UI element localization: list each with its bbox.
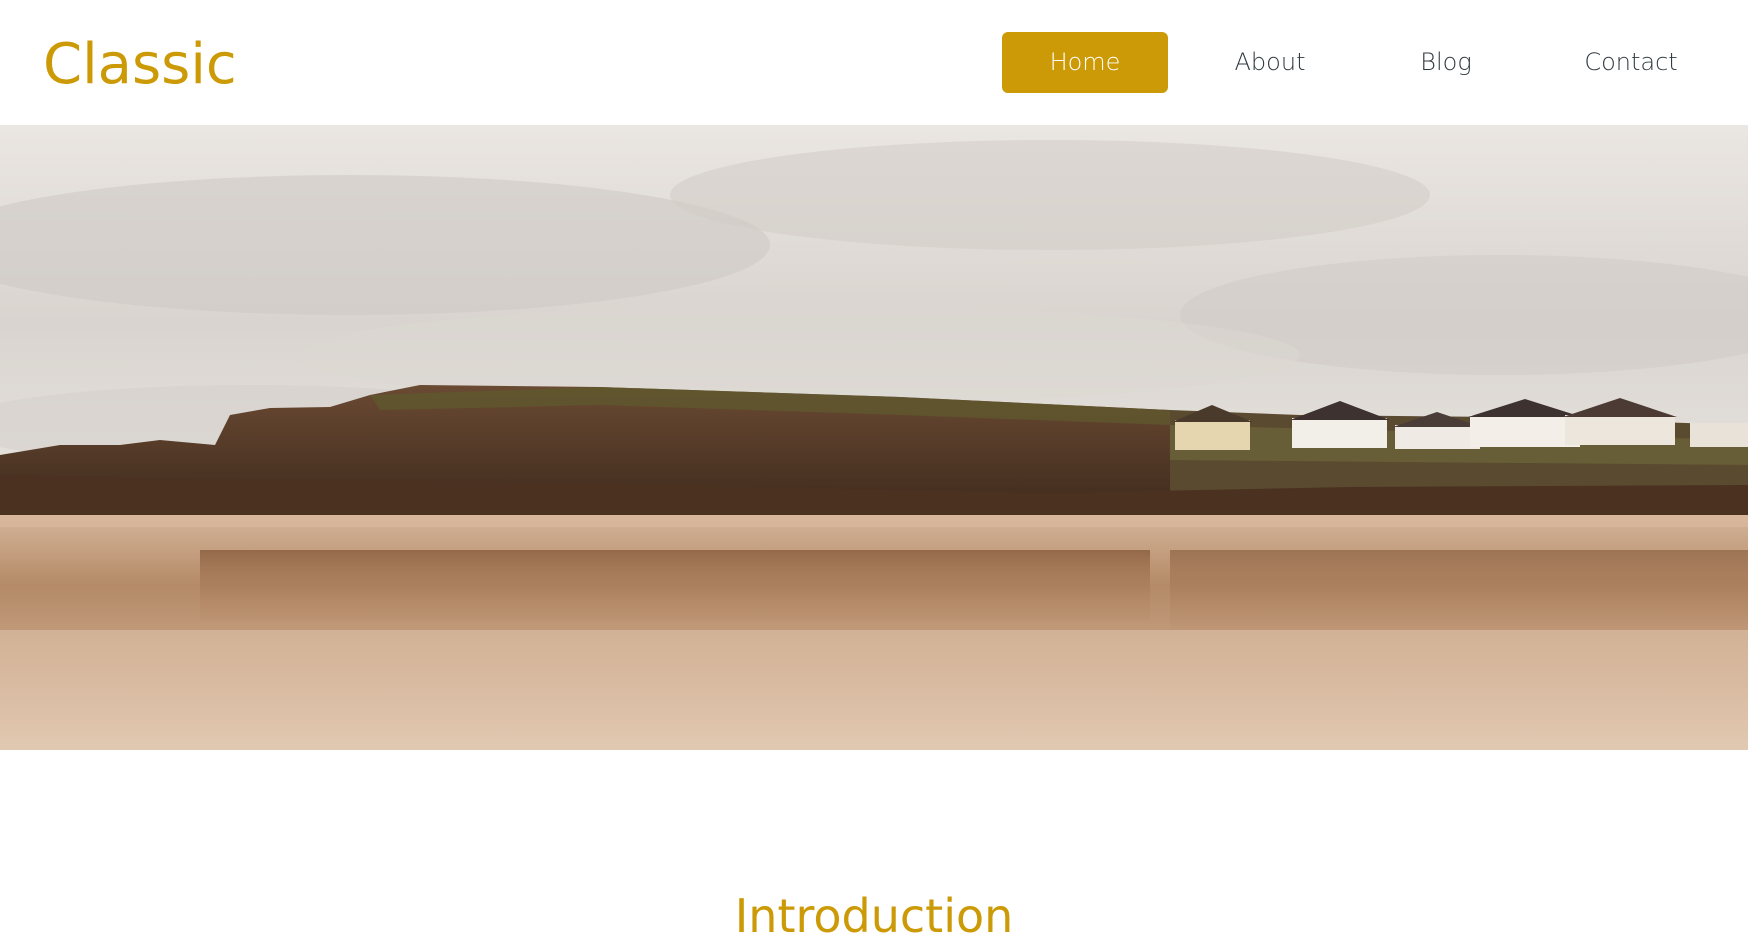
hero-banner: [0, 125, 1748, 750]
nav-item-home[interactable]: Home: [1002, 32, 1168, 93]
nav-item-about[interactable]: About: [1196, 32, 1344, 93]
nav-item-contact[interactable]: Contact: [1548, 32, 1714, 93]
section-title-introduction: Introduction: [734, 889, 1014, 944]
hero-image: [0, 125, 1748, 750]
nav-item-blog[interactable]: Blog: [1372, 32, 1520, 93]
site-header: Classic Home About Blog Contact: [0, 0, 1748, 125]
site-logo[interactable]: Classic: [43, 30, 237, 100]
